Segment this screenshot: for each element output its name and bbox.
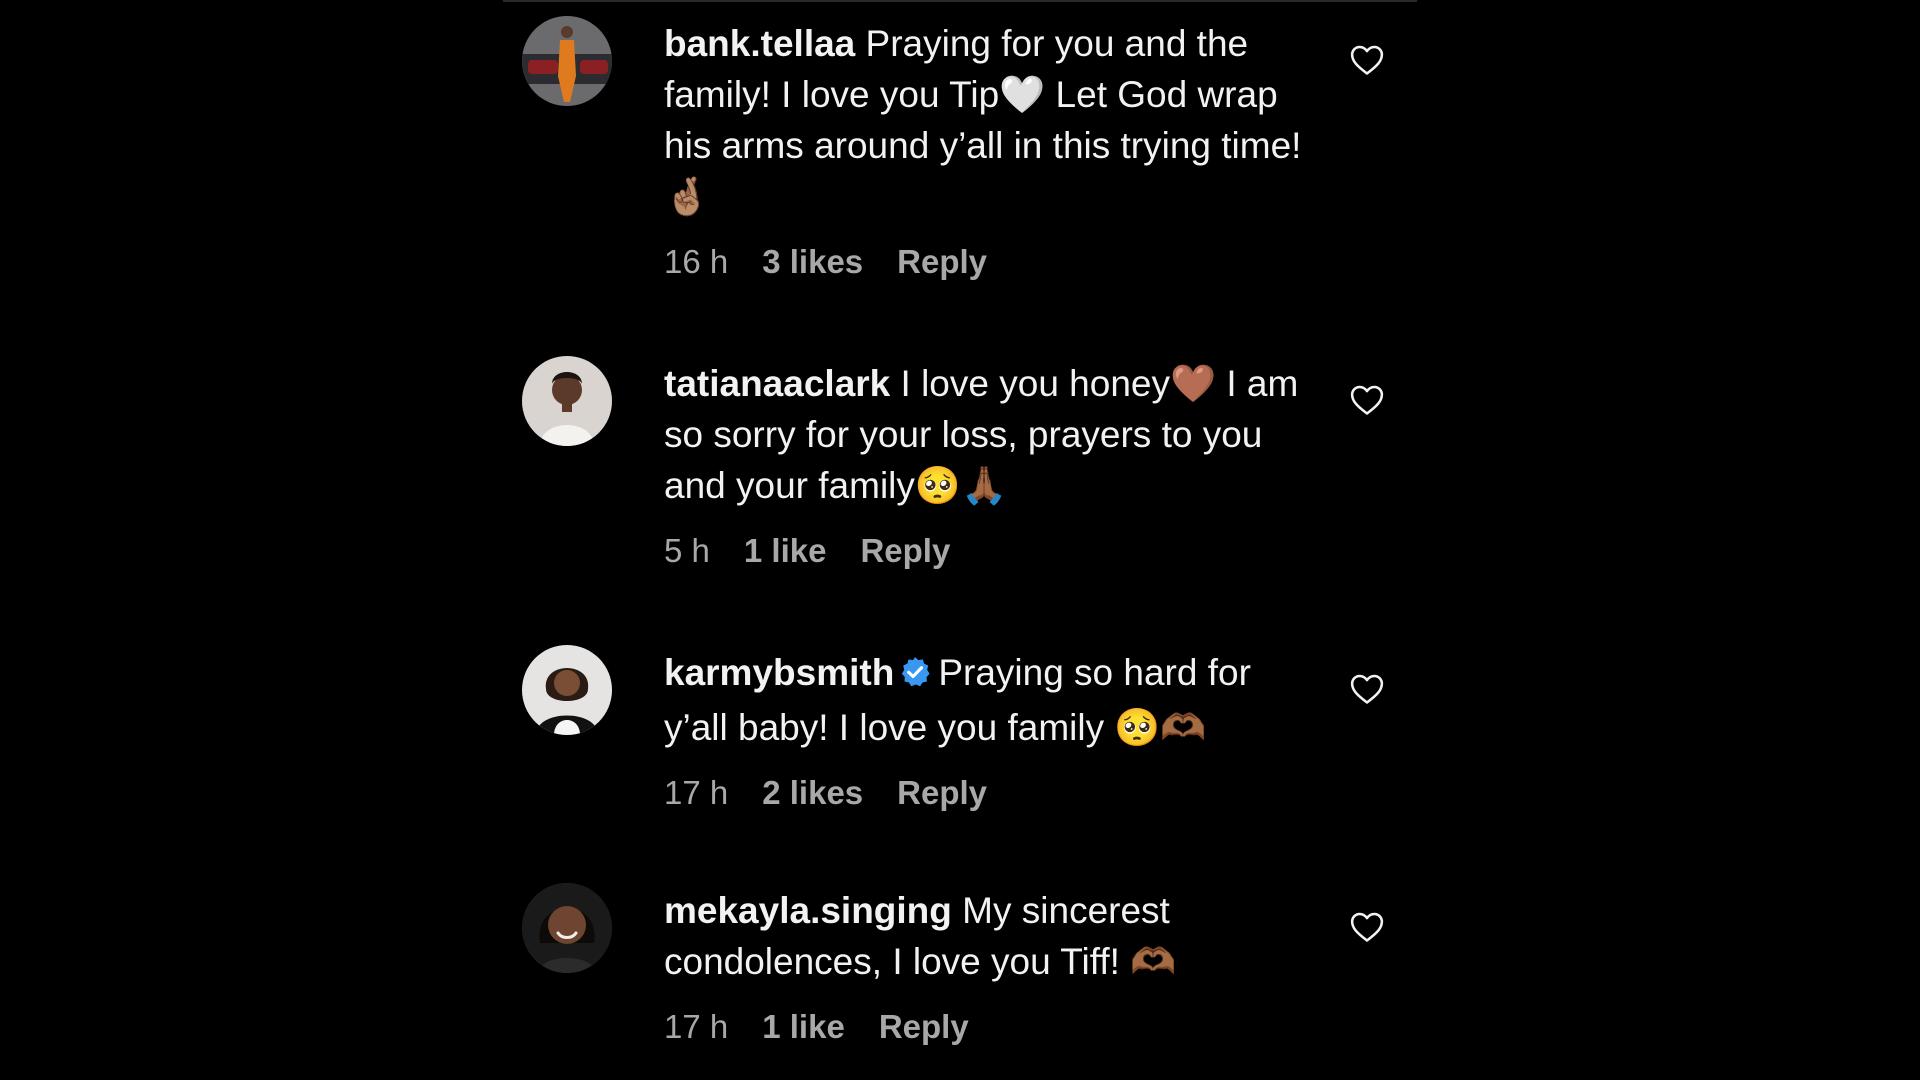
comment-meta: 16 h 3 likes Reply [664, 242, 1314, 282]
like-button[interactable] [1350, 44, 1384, 76]
comment-time: 16 h [664, 243, 729, 280]
heart-outline-icon [1350, 674, 1384, 704]
verified-badge-icon [898, 651, 932, 702]
avatar[interactable] [522, 356, 612, 446]
heart-outline-icon [1350, 45, 1384, 75]
avatar-photo-icon [522, 883, 612, 973]
comment-text: tatianaaclark I love you honey🤎 I am so … [664, 358, 1314, 511]
reply-button[interactable]: Reply [897, 242, 987, 282]
like-button[interactable] [1350, 673, 1384, 705]
comment-likes[interactable]: 1 like [744, 531, 827, 571]
comment-likes[interactable]: 3 likes [762, 242, 863, 282]
comment-likes[interactable]: 1 like [762, 1007, 845, 1047]
comment-meta: 5 h 1 like Reply [664, 531, 1314, 571]
comment-body: bank.tellaa Praying for you and the fami… [664, 18, 1314, 282]
comment-username[interactable]: bank.tellaa [664, 23, 855, 64]
comment-text: mekayla.singing My sincerest condolences… [664, 885, 1314, 987]
reply-button[interactable]: Reply [879, 1007, 969, 1047]
like-button[interactable] [1350, 384, 1384, 416]
comment-meta: 17 h 2 likes Reply [664, 773, 1314, 813]
comment-text: karmybsmith Praying so hard for y’all bab… [664, 647, 1314, 753]
comment-username[interactable]: mekayla.singing [664, 890, 952, 931]
avatar[interactable] [522, 16, 612, 106]
divider [503, 0, 1417, 2]
comment-likes[interactable]: 2 likes [762, 773, 863, 813]
comments-panel: bank.tellaa Praying for you and the fami… [503, 0, 1417, 1080]
comment-time: 5 h [664, 532, 710, 569]
reply-button[interactable]: Reply [897, 773, 987, 813]
avatar-photo-icon [522, 645, 612, 735]
like-button[interactable] [1350, 911, 1384, 943]
avatar[interactable] [522, 883, 612, 973]
comment-text: bank.tellaa Praying for you and the fami… [664, 18, 1314, 222]
comment-username[interactable]: tatianaaclark [664, 363, 890, 404]
comment-meta: 17 h 1 like Reply [664, 1007, 1314, 1047]
comment-body: tatianaaclark I love you honey🤎 I am so … [664, 358, 1314, 571]
comment-body: mekayla.singing My sincerest condolences… [664, 885, 1314, 1047]
avatar-photo-icon [522, 16, 612, 106]
avatar-photo-icon [522, 356, 612, 446]
heart-outline-icon [1350, 912, 1384, 942]
comment-time: 17 h [664, 774, 729, 811]
comment-body: karmybsmith Praying so hard for y’all bab… [664, 647, 1314, 813]
comment-time: 17 h [664, 1008, 729, 1045]
reply-button[interactable]: Reply [860, 531, 950, 571]
heart-outline-icon [1350, 385, 1384, 415]
avatar[interactable] [522, 645, 612, 735]
comment-username[interactable]: karmybsmith [664, 652, 894, 693]
